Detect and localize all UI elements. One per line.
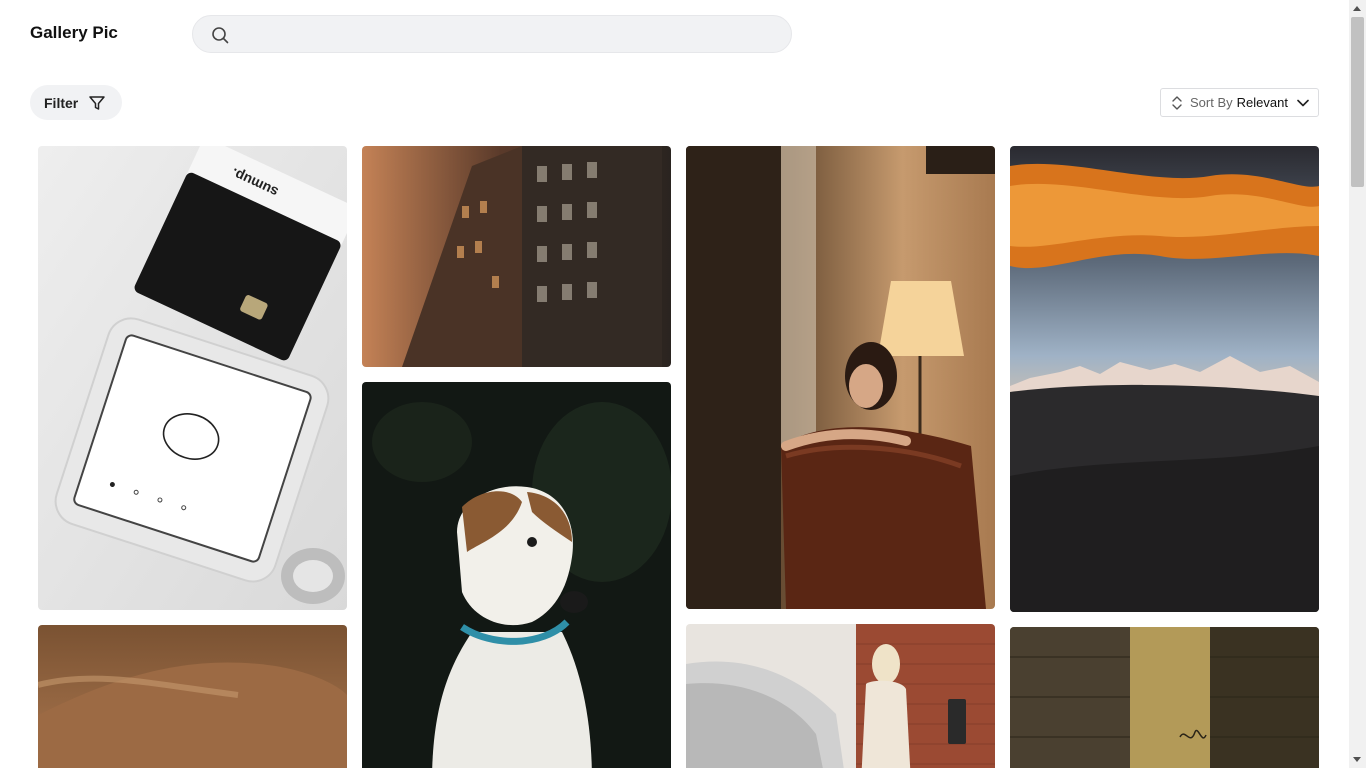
photo-mountain-sunset[interactable] <box>1010 146 1319 612</box>
mountain-sunset-image <box>1010 146 1319 612</box>
page-scrollbar[interactable] <box>1349 0 1366 768</box>
photo-woman-on-sofa[interactable] <box>686 146 995 609</box>
graffiti-alley-image <box>1010 627 1319 768</box>
building-image <box>362 146 671 367</box>
photo-dog-portrait[interactable] <box>362 382 671 768</box>
search-icon <box>212 27 229 44</box>
filter-icon <box>89 95 105 110</box>
photo-brick-building[interactable] <box>362 146 671 367</box>
scroll-up-arrow-icon[interactable] <box>1353 6 1361 11</box>
scroll-down-arrow-icon[interactable] <box>1353 757 1361 762</box>
woman-sofa-image <box>686 146 995 609</box>
sort-value: Relevant <box>1236 95 1288 110</box>
dog-image <box>362 382 671 768</box>
filter-label: Filter <box>44 94 79 111</box>
sort-dropdown[interactable]: Sort By Relevant <box>1160 88 1319 117</box>
photo-graffiti-alley[interactable] <box>1010 627 1319 768</box>
chevron-down-icon <box>1297 99 1309 106</box>
payment-terminal-image: sumup. <box>38 146 347 610</box>
ev-charging-image <box>686 624 995 768</box>
top-bar: Gallery Pic <box>0 0 1349 68</box>
search-bar[interactable] <box>192 15 792 53</box>
sort-icon <box>1172 95 1182 110</box>
sand-dune-image <box>38 625 347 768</box>
app-title[interactable]: Gallery Pic <box>30 23 118 43</box>
photo-ev-charging[interactable] <box>686 624 995 768</box>
search-input[interactable] <box>239 16 779 52</box>
photo-card-payment-terminal[interactable]: sumup. <box>38 146 347 610</box>
filter-button[interactable]: Filter <box>30 85 122 120</box>
sort-label: Sort By <box>1190 95 1233 110</box>
scrollbar-thumb[interactable] <box>1351 17 1364 187</box>
photo-sand-dune[interactable] <box>38 625 347 768</box>
